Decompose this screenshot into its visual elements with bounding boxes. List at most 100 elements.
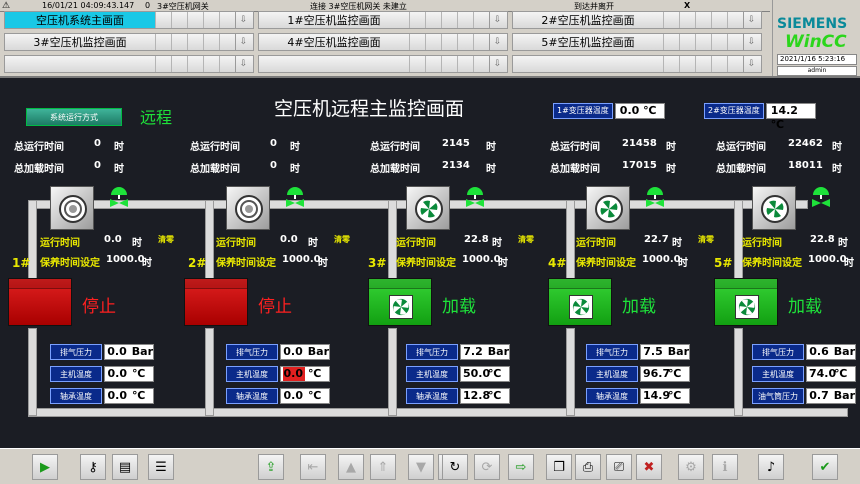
compressor-unit[interactable]: [8, 278, 72, 326]
close-icon[interactable]: X: [684, 1, 690, 10]
hour-unit: 时: [486, 142, 496, 153]
key-icon[interactable]: ⚷: [80, 454, 106, 480]
chevron-down-icon[interactable]: ⇩: [235, 34, 251, 50]
run-mode-button[interactable]: 系统运行方式: [26, 108, 122, 126]
total-load-label: 总加载时间: [550, 164, 600, 175]
lower-pipe: [28, 408, 848, 417]
transformer1-label: 1#变压器温度: [553, 103, 613, 119]
oil-pressure-value: 0.7 Bar: [806, 388, 856, 404]
loop-icon[interactable]: ⟳: [474, 454, 500, 480]
up-icon[interactable]: ▲: [338, 454, 364, 480]
chevron-down-icon[interactable]: ⇩: [235, 56, 251, 72]
compressor-unit[interactable]: [714, 278, 778, 326]
first-icon[interactable]: ⇤: [300, 454, 326, 480]
valve-icon[interactable]: [810, 186, 832, 208]
export-icon[interactable]: ⇪: [258, 454, 284, 480]
exhaust-pressure-label: 排气压力: [586, 344, 638, 360]
total-load-value: 0: [94, 160, 101, 171]
print-setup-icon[interactable]: ⎚: [606, 454, 632, 480]
info-icon[interactable]: ℹ: [712, 454, 738, 480]
nav-button-2[interactable]: 1#空压机监控画面 ⇩: [258, 11, 508, 29]
chevron-down-icon[interactable]: ⇩: [743, 56, 759, 72]
hour-unit: 时: [132, 238, 142, 249]
bearing-temp-value: 14.9 ℃: [640, 388, 690, 404]
host-temp-label: 主机温度: [752, 366, 804, 382]
compressor-id: 1#: [12, 256, 31, 270]
clear-button[interactable]: 清零: [698, 234, 714, 245]
valve-icon[interactable]: [284, 186, 306, 208]
pipe-riser: [205, 328, 214, 416]
chevron-down-icon[interactable]: ⇩: [489, 56, 505, 72]
chevron-down-icon[interactable]: ⇩: [489, 34, 505, 50]
nav-button-label: 5#空压机监控画面: [541, 36, 635, 49]
total-load-label: 总加载时间: [190, 164, 240, 175]
compressor-status: 停止: [82, 297, 116, 317]
exhaust-pressure-value: 0.6 Bar: [806, 344, 856, 360]
compressor-status: 加载: [442, 297, 476, 317]
nav-button-9[interactable]: ⇩: [512, 55, 762, 73]
nav-button-7[interactable]: ⇩: [4, 55, 254, 73]
nav-button-6[interactable]: 5#空压机监控画面 ⇩: [512, 33, 762, 51]
sound-icon[interactable]: ♪: [758, 454, 784, 480]
nav-button-5[interactable]: 4#空压机监控画面 ⇩: [258, 33, 508, 51]
cooler-unit: [586, 186, 630, 230]
pipe-riser: [566, 200, 575, 280]
exhaust-pressure-label: 排气压力: [50, 344, 102, 360]
nav-button-3[interactable]: 2#空压机监控画面 ⇩: [512, 11, 762, 29]
valve-icon[interactable]: [108, 186, 130, 208]
ack-icon[interactable]: ✔: [812, 454, 838, 480]
report-icon[interactable]: ☰: [148, 454, 174, 480]
clear-button[interactable]: 清零: [158, 234, 174, 245]
valve-icon[interactable]: [644, 186, 666, 208]
settings-icon[interactable]: ⚙: [678, 454, 704, 480]
folder-icon[interactable]: ▤: [112, 454, 138, 480]
hour-unit: 时: [308, 238, 318, 249]
run-time-value: 22.7: [644, 234, 669, 245]
current-user: admin: [777, 66, 857, 76]
compressor-unit[interactable]: [184, 278, 248, 326]
host-temp-value: 0.0 ℃: [104, 366, 154, 382]
valve-icon[interactable]: [464, 186, 486, 208]
run-time-label: 运行时间: [576, 238, 616, 249]
copy-icon[interactable]: ❐: [546, 454, 572, 480]
delete-icon[interactable]: ✖: [636, 454, 662, 480]
nav-button-1[interactable]: 空压机系统主画面 ⇩: [4, 11, 254, 29]
motor-icon: [235, 195, 263, 223]
clear-button[interactable]: 清零: [334, 234, 350, 245]
bearing-temp-value: 0.0 ℃: [280, 388, 330, 404]
clear-button[interactable]: 清零: [518, 234, 534, 245]
chevron-down-icon[interactable]: ⇩: [743, 34, 759, 50]
nav-button-8[interactable]: ⇩: [258, 55, 508, 73]
exhaust-pressure-value: 0.0 Bar: [280, 344, 330, 360]
chevron-down-icon[interactable]: ⇩: [235, 12, 251, 28]
alarm-code: 0: [145, 1, 151, 10]
bearing-temp-label: 轴承温度: [586, 388, 638, 404]
maint-label: 保养时间设定: [576, 258, 636, 269]
compressor-unit[interactable]: [368, 278, 432, 326]
compressor-status: 加载: [788, 297, 822, 317]
pipe-riser: [566, 328, 575, 416]
down-icon[interactable]: ▼: [408, 454, 434, 480]
play-icon[interactable]: ▶: [32, 454, 58, 480]
maint-label: 保养时间设定: [742, 258, 802, 269]
transformer1-value: 0.0 ℃: [614, 103, 665, 119]
chevron-down-icon[interactable]: ⇩: [743, 12, 759, 28]
pipe-riser: [388, 328, 397, 416]
compressor-unit[interactable]: [548, 278, 612, 326]
chevron-down-icon[interactable]: ⇩: [489, 12, 505, 28]
total-load-value: 2134: [442, 160, 470, 171]
bearing-temp-label: 轴承温度: [406, 388, 458, 404]
compressor-status: 加载: [622, 297, 656, 317]
nav-button-4[interactable]: 3#空压机监控画面 ⇩: [4, 33, 254, 51]
siemens-logo: SIEMENS: [777, 16, 848, 32]
total-run-label: 总运行时间: [550, 142, 600, 153]
forward-icon[interactable]: ⇨: [508, 454, 534, 480]
up-page-icon[interactable]: ⇑: [370, 454, 396, 480]
compressor-id: 2#: [188, 256, 207, 270]
host-temp-value: 74.0 ℃: [806, 366, 856, 382]
hour-unit: 时: [678, 258, 688, 269]
exhaust-pressure-label: 排气压力: [226, 344, 278, 360]
print-icon[interactable]: ⎙: [575, 454, 601, 480]
bearing-temp-label: 轴承温度: [50, 388, 102, 404]
refresh-icon[interactable]: ↻: [442, 454, 468, 480]
